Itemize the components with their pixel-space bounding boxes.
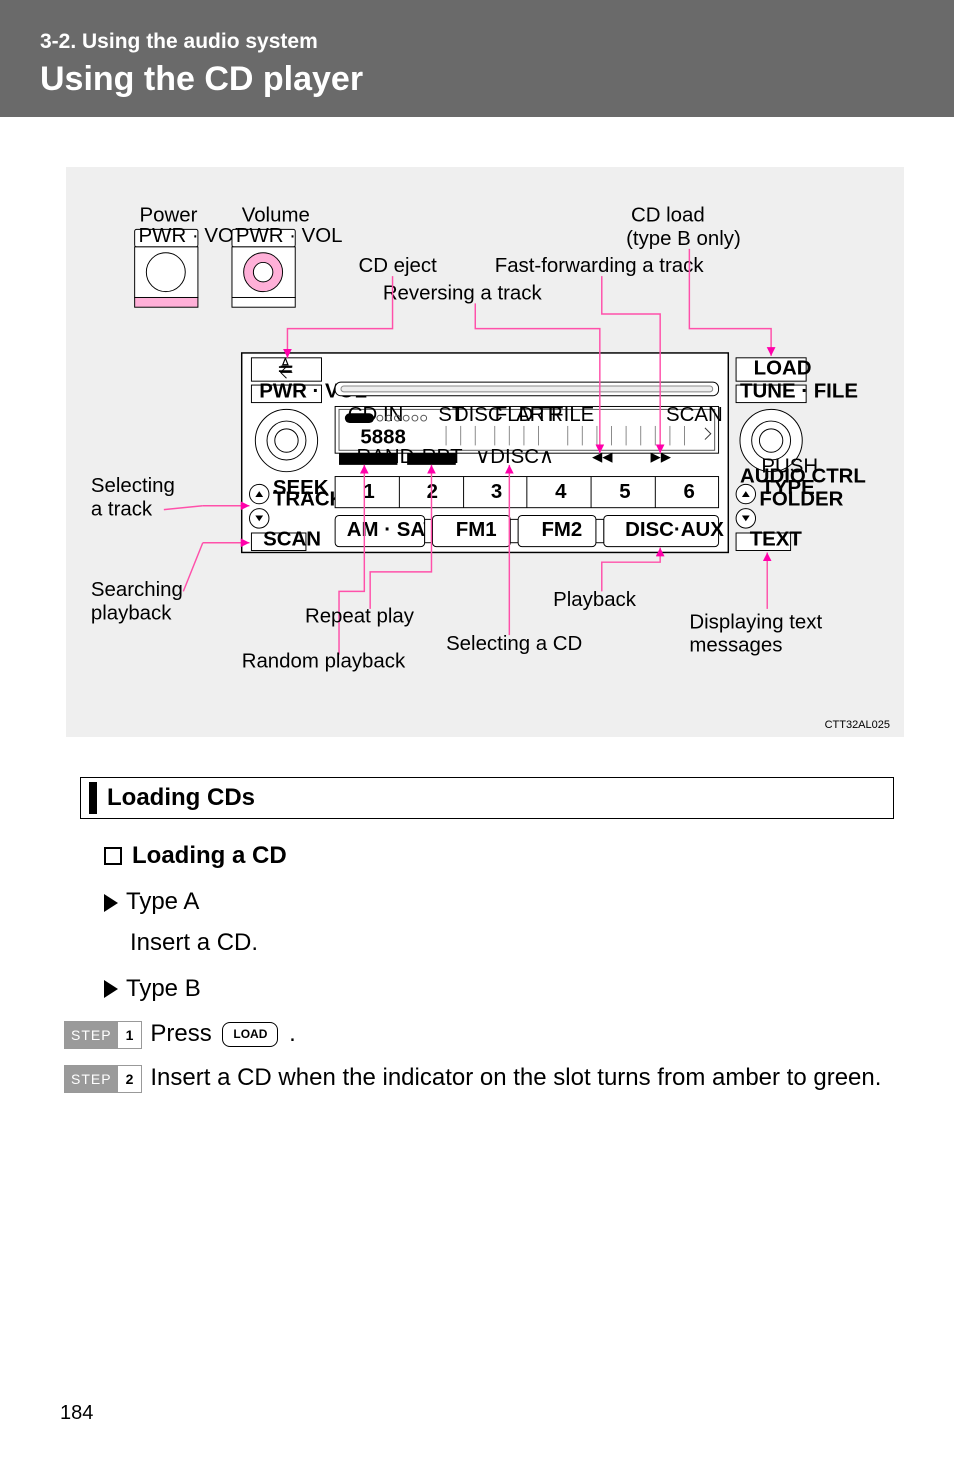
svg-text:CD IN: CD IN [348, 404, 404, 426]
svg-text:SCAN: SCAN [666, 404, 723, 426]
svg-text:5: 5 [619, 481, 630, 503]
svg-text:DISC·AUX: DISC·AUX [625, 519, 724, 541]
svg-text:∨DISC∧: ∨DISC∧ [475, 446, 554, 468]
label-volume: Volume [242, 205, 310, 227]
type-a-row: Type A [104, 883, 894, 921]
label-displaying-text-l1: Displaying text [689, 611, 822, 633]
label-reversing: Reversing a track [383, 282, 543, 304]
label-random-playback: Random playback [242, 650, 406, 672]
heading-marker [89, 782, 97, 814]
loading-cds-heading: Loading CDs [80, 777, 894, 819]
svg-text:FM1: FM1 [456, 519, 497, 541]
square-bullet-icon [104, 847, 122, 865]
type-a-label: Type A [126, 883, 199, 921]
svg-text:PWR · VOL: PWR · VOL [236, 225, 343, 247]
label-searching-l1: Searching [91, 579, 183, 601]
label-repeat-play: Repeat play [305, 606, 415, 628]
svg-text:RAND: RAND [357, 446, 415, 468]
svg-text:TEXT: TEXT [750, 529, 803, 551]
step-number-1: 1 [118, 1022, 142, 1048]
step-2-row: STEP 2 Insert a CD when the indicator on… [64, 1059, 894, 1097]
preset-buttons: 1 2 3 4 5 6 [335, 477, 718, 508]
subheading-text: Loading a CD [132, 837, 287, 875]
svg-text:≜: ≜ [277, 357, 294, 380]
label-cd-eject: CD eject [358, 255, 437, 277]
power-icon: PWR · VOL [135, 225, 246, 307]
step-number-2: 2 [118, 1066, 142, 1092]
unit-right-column: LOAD TUNE · FILE PUSH AUDIO CTRL TYPE FO… [736, 357, 866, 550]
label-searching-l2: playback [91, 603, 172, 625]
cd-player-diagram: Power Volume CD load (type B only) CD ej… [66, 167, 904, 737]
label-cd-load: CD load [631, 205, 705, 227]
svg-text:PWR · VOL: PWR · VOL [139, 225, 246, 247]
label-cd-load-sub: (type B only) [626, 228, 741, 250]
triangle-bullet-icon [104, 980, 118, 998]
type-b-row: Type B [104, 970, 894, 1008]
step-badge-1: STEP 1 [64, 1021, 142, 1049]
type-b-label: Type B [126, 970, 201, 1008]
section-path: 3-2. Using the audio system [40, 30, 914, 54]
load-button-glyph: LOAD [222, 1022, 278, 1047]
svg-text:FOLDER: FOLDER [759, 489, 843, 511]
mode-buttons: AM · SAT FM1 FM2 DISC·AUX [335, 515, 724, 546]
step-1-post: . [289, 1020, 296, 1047]
unit-center: CD IN ST DISC FLD ART TR FILE SCAN 5888 [335, 382, 723, 468]
svg-text:LOAD: LOAD [754, 357, 812, 379]
type-a-instruction: Insert a CD. [130, 924, 894, 962]
label-power: Power [140, 205, 198, 227]
step-1-text: Press LOAD . [150, 1015, 894, 1053]
subheading-loading-a-cd: Loading a CD [104, 837, 894, 875]
svg-text:3: 3 [491, 481, 502, 503]
step-1-pre: Press [150, 1020, 218, 1047]
triangle-bullet-icon [104, 894, 118, 912]
step-label: STEP [65, 1066, 118, 1092]
step-2-text: Insert a CD when the indicator on the sl… [150, 1059, 894, 1097]
svg-text:RPT: RPT [422, 446, 463, 468]
label-playback: Playback [553, 589, 637, 611]
page-header: 3-2. Using the audio system Using the CD… [0, 0, 954, 117]
heading-text: Loading CDs [107, 782, 255, 814]
volume-icon: PWR · VOL [232, 225, 343, 307]
svg-text:1: 1 [363, 481, 374, 503]
page-number: 184 [60, 1402, 93, 1425]
step-1-row: STEP 1 Press LOAD . [64, 1015, 894, 1053]
label-selecting-cd: Selecting a CD [446, 633, 582, 655]
svg-text:TUNE · FILE: TUNE · FILE [740, 381, 858, 403]
body-content: Loading a CD Type A Insert a CD. Type B … [104, 837, 894, 1097]
diagram-code-id: CTT32AL025 [825, 719, 890, 731]
page-title: Using the CD player [40, 60, 914, 99]
svg-text:TRACK: TRACK [273, 489, 345, 511]
label-fast-forward: Fast-forwarding a track [495, 255, 705, 277]
svg-text:4: 4 [555, 481, 567, 503]
label-selecting-track-l1: Selecting [91, 475, 175, 497]
svg-text:6: 6 [684, 481, 695, 503]
svg-text:FILE: FILE [551, 404, 594, 426]
svg-text:2: 2 [427, 481, 438, 503]
diagram-svg: Power Volume CD load (type B only) CD ej… [86, 195, 884, 725]
step-badge-2: STEP 2 [64, 1065, 142, 1093]
label-displaying-text-l2: messages [689, 635, 782, 657]
label-selecting-track-l2: a track [91, 498, 153, 520]
step-label: STEP [65, 1022, 118, 1048]
svg-text:FM2: FM2 [541, 519, 582, 541]
svg-text:AM · SAT: AM · SAT [347, 519, 437, 541]
svg-text:SCAN: SCAN [263, 529, 321, 551]
svg-text:◂◂: ◂◂ [592, 446, 613, 468]
